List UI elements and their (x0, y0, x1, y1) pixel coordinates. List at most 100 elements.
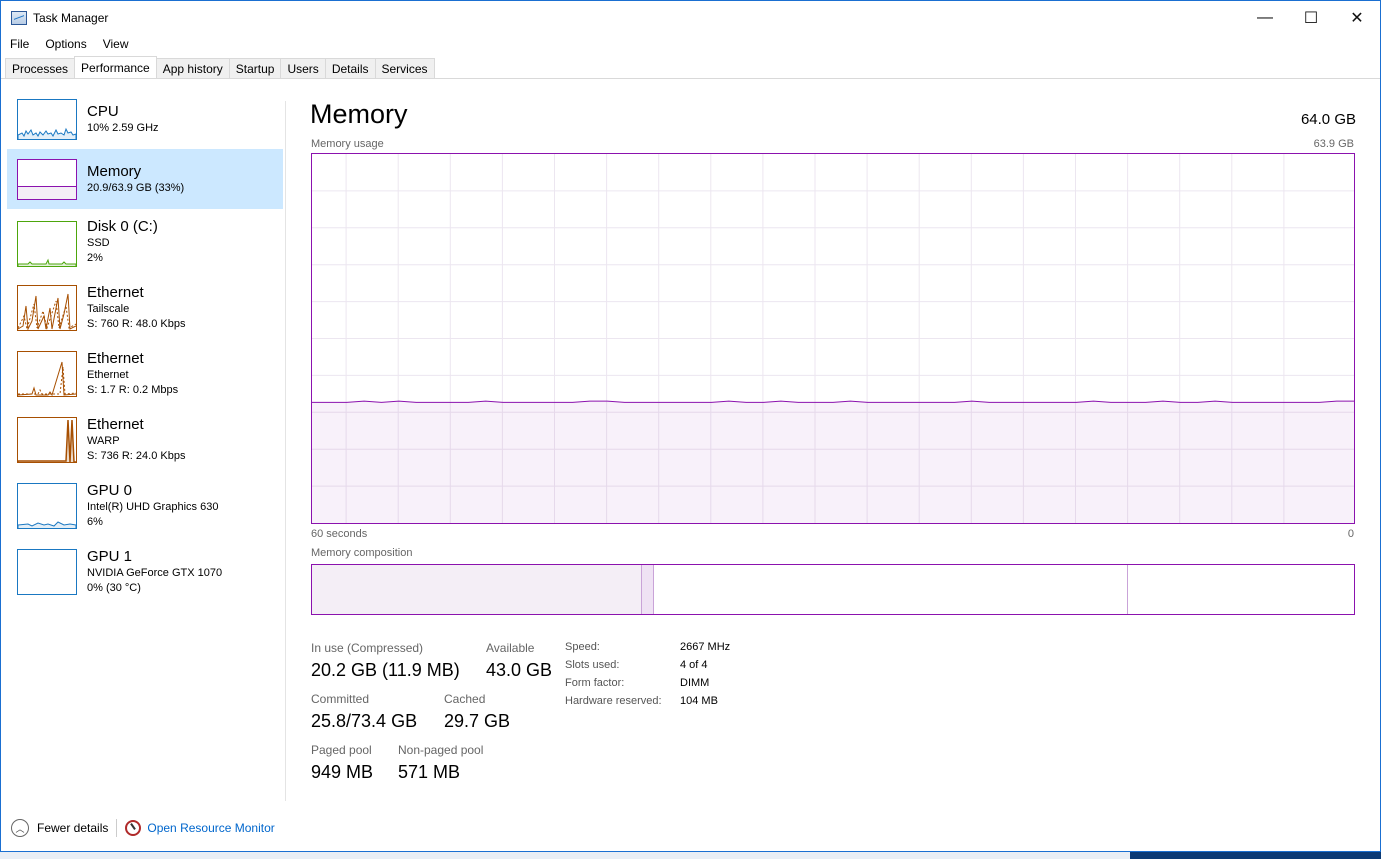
slots-used-value: 4 of 4 (680, 659, 708, 671)
tab-app-history[interactable]: App history (155, 58, 230, 78)
memory-usage-line (312, 400, 1354, 403)
sidebar-detail: Intel(R) UHD Graphics 630 (87, 501, 219, 513)
paged-pool-value: 949 MB (311, 762, 374, 782)
task-manager-window: Task Manager — ☐ ✕ File Options View Pro… (0, 0, 1381, 852)
taskbar-edge (0, 852, 1130, 859)
sidebar-detail-2: S: 1.7 R: 0.2 Mbps (87, 384, 179, 396)
sidebar-item-ethernet-warp[interactable]: Ethernet WARP S: 736 R: 24.0 Kbps (7, 407, 283, 473)
sidebar-name: Ethernet (87, 350, 144, 367)
sidebar-detail-2: S: 760 R: 48.0 Kbps (87, 318, 186, 330)
sidebar-item-ethernet[interactable]: Ethernet Ethernet S: 1.7 R: 0.2 Mbps (7, 341, 283, 407)
form-factor-value: DIMM (680, 677, 710, 689)
sidebar-item-memory[interactable]: Memory 20.9/63.9 GB (33%) (7, 149, 283, 209)
window-title: Task Manager (33, 10, 109, 25)
committed-value: 25.8/73.4 GB (311, 711, 418, 731)
memory-usage-svg (312, 154, 1354, 523)
tab-details[interactable]: Details (324, 58, 376, 78)
sidebar-detail-2: 0% (30 °C) (87, 582, 141, 594)
chevron-up-icon[interactable]: ︿ (11, 819, 29, 837)
title-bar[interactable]: Task Manager — ☐ ✕ (1, 1, 1380, 34)
available-label: Available (486, 641, 535, 655)
sidebar-detail: WARP (87, 435, 120, 447)
fewer-details-link[interactable]: Fewer details (37, 821, 108, 835)
composition-in-use (312, 565, 643, 614)
sidebar-divider (285, 101, 286, 801)
sidebar-detail: SSD (87, 237, 110, 249)
cpu-thumbnail (17, 99, 77, 140)
sidebar-detail: Ethernet (87, 369, 129, 381)
tab-strip: Processes Performance App history Startu… (5, 56, 435, 78)
memory-thumbnail (17, 159, 77, 200)
composition-free (1127, 565, 1354, 614)
menu-file[interactable]: File (1, 37, 37, 51)
sidebar-name: GPU 1 (87, 548, 133, 565)
resource-monitor-icon[interactable] (125, 820, 142, 836)
sidebar-name: CPU (87, 102, 119, 120)
tab-processes[interactable]: Processes (5, 58, 76, 78)
non-paged-pool-label: Non-paged pool (398, 743, 484, 757)
resource-sidebar: CPU 10% 2.59 GHz Memory 20.9/63.9 GB (33… (7, 89, 283, 605)
committed-label: Committed (311, 692, 370, 706)
memory-usage-max: 63.9 GB (1313, 138, 1354, 150)
cached-label: Cached (444, 692, 486, 706)
tab-divider (1, 78, 1380, 79)
slots-used-label: Slots used: (565, 659, 620, 671)
cached-value: 29.7 GB (444, 711, 511, 731)
sidebar-name: Disk 0 (C:) (87, 218, 158, 235)
in-use-value: 20.2 GB (11.9 MB) (311, 660, 460, 680)
gpu0-thumbnail (17, 483, 77, 529)
open-resource-monitor-link[interactable]: Open Resource Monitor (147, 821, 274, 835)
menu-view[interactable]: View (95, 37, 137, 51)
tab-services[interactable]: Services (374, 58, 435, 78)
menu-bar: File Options View (1, 34, 137, 54)
sidebar-detail: 20.9/63.9 GB (33%) (87, 181, 185, 194)
ethernet-thumbnail (17, 285, 77, 331)
footer: ︿ Fewer details Open Resource Monitor (11, 818, 275, 838)
sidebar-item-disk0[interactable]: Disk 0 (C:) SSD 2% (7, 209, 283, 275)
available-value: 43.0 GB (486, 660, 553, 680)
sidebar-item-ethernet-tailscale[interactable]: Ethernet Tailscale S: 760 R: 48.0 Kbps (7, 275, 283, 341)
ethernet-thumbnail (17, 351, 77, 397)
desktop-edge (1130, 852, 1381, 859)
speed-value: 2667 MHz (680, 641, 731, 653)
memory-usage-graph (311, 153, 1355, 524)
x-axis-left-label: 60 seconds (311, 528, 368, 540)
menu-options[interactable]: Options (37, 37, 94, 51)
sidebar-detail-2: 6% (87, 516, 103, 528)
tab-startup[interactable]: Startup (228, 58, 282, 78)
close-button[interactable]: ✕ (1334, 1, 1380, 34)
sidebar-detail: Tailscale (87, 303, 130, 315)
memory-usage-label: Memory usage (311, 138, 384, 150)
gpu1-thumbnail (17, 549, 77, 595)
task-manager-app-icon (11, 10, 27, 25)
non-paged-pool-value: 571 MB (398, 762, 461, 782)
memory-composition-bar (311, 564, 1355, 615)
in-use-label: In use (Compressed) (311, 641, 424, 655)
sidebar-detail: 10% 2.59 GHz (87, 121, 159, 134)
maximize-button[interactable]: ☐ (1288, 1, 1334, 34)
sidebar-name: Ethernet (87, 416, 144, 433)
sidebar-name: Ethernet (87, 284, 144, 301)
paged-pool-label: Paged pool (311, 743, 372, 757)
footer-divider (116, 819, 118, 837)
speed-label: Speed: (565, 641, 600, 653)
total-memory: 64.0 GB (1300, 111, 1356, 128)
tab-users[interactable]: Users (280, 58, 326, 78)
sidebar-detail-2: 2% (87, 252, 103, 264)
tab-performance[interactable]: Performance (74, 56, 157, 78)
page-title: Memory (310, 99, 408, 129)
minimize-button[interactable]: — (1242, 1, 1288, 34)
hardware-reserved-label: Hardware reserved: (565, 695, 662, 707)
hardware-reserved-value: 104 MB (680, 695, 718, 707)
sidebar-detail: NVIDIA GeForce GTX 1070 (87, 567, 223, 579)
memory-usage-area (312, 401, 1354, 523)
composition-standby (653, 565, 1128, 614)
sidebar-item-gpu0[interactable]: GPU 0 Intel(R) UHD Graphics 630 6% (7, 473, 283, 539)
form-factor-label: Form factor: (565, 677, 625, 689)
sidebar-item-gpu1[interactable]: GPU 1 NVIDIA GeForce GTX 1070 0% (30 °C) (7, 539, 283, 605)
sidebar-detail-2: S: 736 R: 24.0 Kbps (87, 450, 186, 462)
sidebar-name: GPU 0 (87, 482, 133, 499)
composition-modified (642, 565, 654, 614)
x-axis-right-label: 0 (1347, 528, 1354, 540)
sidebar-item-cpu[interactable]: CPU 10% 2.59 GHz (7, 89, 283, 149)
